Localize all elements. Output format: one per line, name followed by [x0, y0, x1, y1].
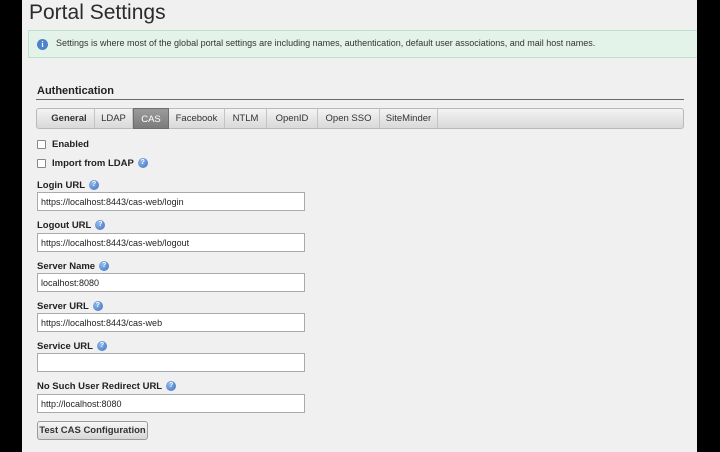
- logout-url-label: Logout URL?: [37, 220, 106, 231]
- info-icon: i: [37, 39, 48, 50]
- help-icon[interactable]: ?: [96, 341, 107, 352]
- login-url-input[interactable]: [37, 192, 305, 211]
- help-icon[interactable]: ?: [92, 301, 103, 312]
- authentication-tabs: General LDAP CAS Facebook NTLM OpenID Op…: [36, 108, 684, 129]
- login-url-label-text: Login URL: [37, 180, 86, 191]
- tab-siteminder[interactable]: SiteMinder: [380, 109, 438, 128]
- tab-ntlm[interactable]: NTLM: [225, 109, 267, 128]
- no-such-user-url-input[interactable]: [37, 394, 305, 413]
- no-such-user-url-label: No Such User Redirect URL?: [37, 381, 177, 392]
- enabled-checkbox[interactable]: [37, 140, 46, 149]
- server-url-input[interactable]: [37, 313, 305, 332]
- service-url-input[interactable]: [37, 353, 305, 372]
- server-url-label-text: Server URL: [37, 301, 89, 312]
- section-divider: [36, 99, 684, 100]
- logout-url-input[interactable]: [37, 233, 305, 252]
- import-ldap-label: Import from LDAP?: [52, 158, 148, 169]
- no-such-user-url-label-text: No Such User Redirect URL: [37, 381, 163, 392]
- logout-url-label-text: Logout URL: [37, 220, 92, 231]
- help-icon[interactable]: ?: [166, 381, 177, 392]
- server-name-input[interactable]: [37, 273, 305, 292]
- page-title: Portal Settings: [29, 1, 166, 24]
- info-text: Settings is where most of the global por…: [56, 38, 596, 48]
- service-url-label: Service URL?: [37, 341, 107, 352]
- service-url-label-text: Service URL: [37, 341, 93, 352]
- enabled-label: Enabled: [52, 139, 89, 150]
- help-icon[interactable]: ?: [95, 220, 106, 231]
- help-icon[interactable]: ?: [99, 261, 110, 272]
- tab-facebook[interactable]: Facebook: [169, 109, 225, 128]
- test-cas-configuration-button[interactable]: Test CAS Configuration: [37, 421, 148, 440]
- tab-open-sso[interactable]: Open SSO: [318, 109, 380, 128]
- info-message: i Settings is where most of the global p…: [28, 30, 697, 58]
- help-icon[interactable]: ?: [137, 158, 148, 169]
- tab-general[interactable]: General: [44, 109, 95, 128]
- login-url-label: Login URL?: [37, 180, 100, 191]
- import-ldap-label-text: Import from LDAP: [52, 158, 134, 169]
- import-ldap-checkbox[interactable]: [37, 159, 46, 168]
- server-name-label: Server Name?: [37, 261, 110, 272]
- help-icon[interactable]: ?: [89, 180, 100, 191]
- tab-ldap[interactable]: LDAP: [95, 109, 133, 128]
- tab-cas[interactable]: CAS: [133, 108, 169, 129]
- tab-openid[interactable]: OpenID: [267, 109, 318, 128]
- server-url-label: Server URL?: [37, 301, 103, 312]
- server-name-label-text: Server Name: [37, 261, 96, 272]
- section-title-authentication: Authentication: [37, 85, 114, 97]
- settings-panel: Portal Settings i Settings is where most…: [22, 0, 697, 452]
